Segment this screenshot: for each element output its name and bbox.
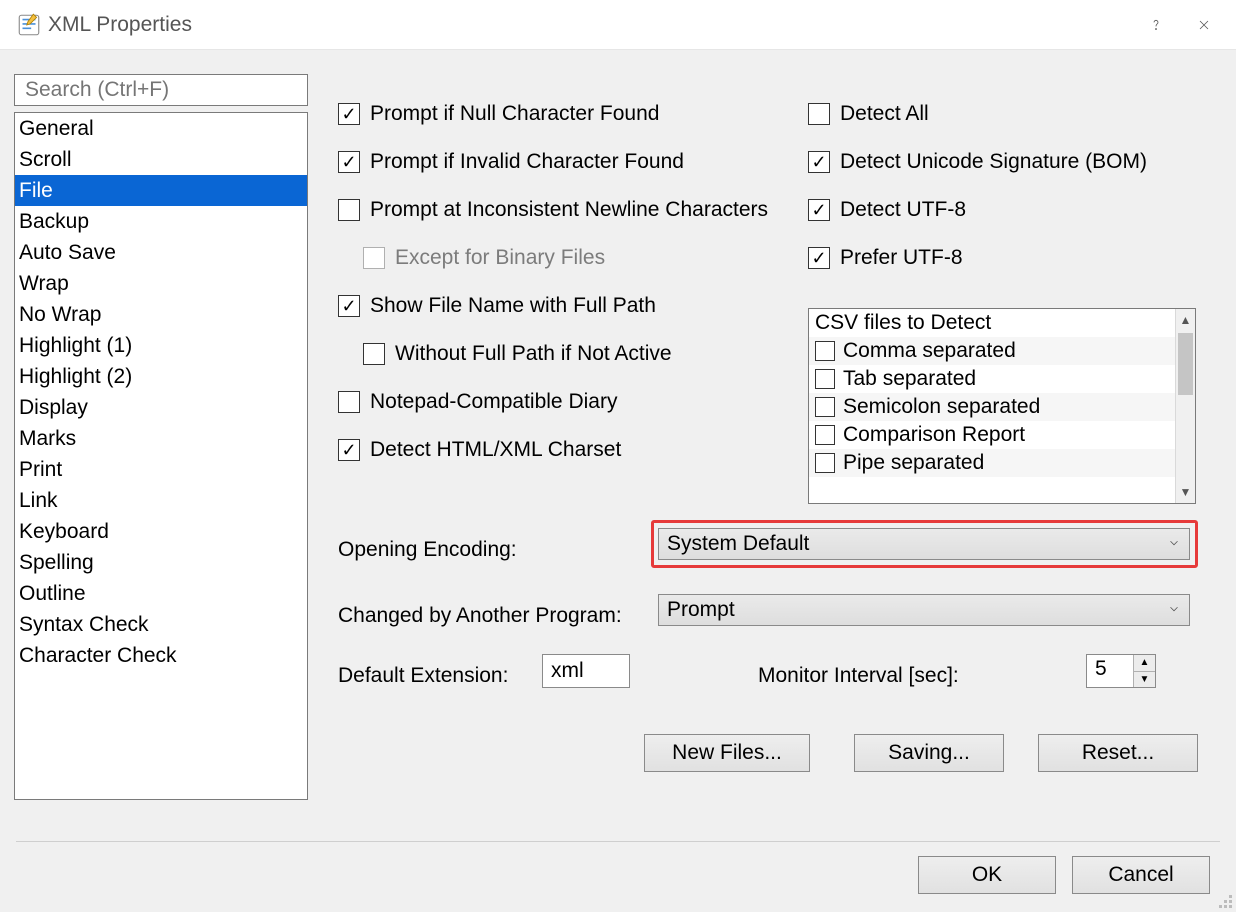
category-item[interactable]: Character Check <box>15 640 307 671</box>
check-except-binary: Except for Binary Files <box>338 246 788 270</box>
category-item[interactable]: No Wrap <box>15 299 307 330</box>
csv-detect-list[interactable]: CSV files to Detect Comma separatedTab s… <box>808 308 1196 504</box>
check-show-full-path[interactable]: Show File Name with Full Path <box>338 294 788 318</box>
cancel-button[interactable]: Cancel <box>1072 856 1210 894</box>
reset-button[interactable]: Reset... <box>1038 734 1198 772</box>
resize-grip[interactable] <box>1218 894 1234 910</box>
window-title: XML Properties <box>48 13 1132 37</box>
separator <box>16 841 1220 842</box>
check-detect-utf8[interactable]: Detect UTF-8 <box>808 198 1198 222</box>
csv-option[interactable]: Comparison Report <box>809 421 1175 449</box>
content-pane: Prompt if Null Character Found Prompt if… <box>338 102 1216 792</box>
close-button[interactable] <box>1180 5 1228 45</box>
chevron-down-icon <box>1167 532 1181 556</box>
check-detect-bom[interactable]: Detect Unicode Signature (BOM) <box>808 150 1198 174</box>
csv-option[interactable]: Semicolon separated <box>809 393 1175 421</box>
category-item[interactable]: Print <box>15 454 307 485</box>
check-prompt-null[interactable]: Prompt if Null Character Found <box>338 102 788 126</box>
check-detect-all[interactable]: Detect All <box>808 102 1198 126</box>
category-item[interactable]: Keyboard <box>15 516 307 547</box>
scroll-thumb[interactable] <box>1178 333 1193 395</box>
opening-encoding-combo[interactable]: System Default <box>658 528 1190 560</box>
category-item[interactable]: General <box>15 113 307 144</box>
scroll-down-icon[interactable]: ▼ <box>1176 481 1195 503</box>
category-item[interactable]: Outline <box>15 578 307 609</box>
changed-by-combo[interactable]: Prompt <box>658 594 1190 626</box>
category-item[interactable]: Auto Save <box>15 237 307 268</box>
ok-button[interactable]: OK <box>918 856 1056 894</box>
changed-by-label: Changed by Another Program: <box>338 604 622 628</box>
checks-left-column: Prompt if Null Character Found Prompt if… <box>338 102 788 486</box>
category-item[interactable]: Marks <box>15 423 307 454</box>
category-item[interactable]: Wrap <box>15 268 307 299</box>
chevron-down-icon <box>1167 598 1181 622</box>
category-item[interactable]: Highlight (2) <box>15 361 307 392</box>
app-icon <box>16 12 42 38</box>
scroll-up-icon[interactable]: ▲ <box>1176 309 1195 331</box>
check-notepad-diary[interactable]: Notepad-Compatible Diary <box>338 390 788 414</box>
category-item[interactable]: File <box>15 175 307 206</box>
spinner-up-icon[interactable]: ▲ <box>1134 655 1155 672</box>
spinner-down-icon[interactable]: ▼ <box>1134 672 1155 688</box>
checks-right-column: Detect All Detect Unicode Signature (BOM… <box>808 102 1198 294</box>
check-without-full-path[interactable]: Without Full Path if Not Active <box>338 342 788 366</box>
check-prompt-invalid[interactable]: Prompt if Invalid Character Found <box>338 150 788 174</box>
search-input[interactable] <box>14 74 308 106</box>
category-item[interactable]: Scroll <box>15 144 307 175</box>
default-extension-input[interactable] <box>542 654 630 688</box>
check-prefer-utf8[interactable]: Prefer UTF-8 <box>808 246 1198 270</box>
category-item[interactable]: Highlight (1) <box>15 330 307 361</box>
category-list[interactable]: GeneralScrollFileBackupAuto SaveWrapNo W… <box>14 112 308 800</box>
category-item[interactable]: Spelling <box>15 547 307 578</box>
default-extension-label: Default Extension: <box>338 664 508 688</box>
csv-option[interactable]: Comma separated <box>809 337 1175 365</box>
check-prompt-newline[interactable]: Prompt at Inconsistent Newline Character… <box>338 198 788 222</box>
help-button[interactable] <box>1132 5 1180 45</box>
category-item[interactable]: Syntax Check <box>15 609 307 640</box>
new-files-button[interactable]: New Files... <box>644 734 810 772</box>
monitor-interval-label: Monitor Interval [sec]: <box>758 664 959 688</box>
saving-button[interactable]: Saving... <box>854 734 1004 772</box>
check-detect-html[interactable]: Detect HTML/XML Charset <box>338 438 788 462</box>
category-item[interactable]: Backup <box>15 206 307 237</box>
csv-heading: CSV files to Detect <box>809 309 1175 337</box>
category-item[interactable]: Display <box>15 392 307 423</box>
monitor-interval-spinner[interactable]: 5 ▲▼ <box>1086 654 1156 688</box>
csv-option[interactable]: Tab separated <box>809 365 1175 393</box>
titlebar: XML Properties <box>0 0 1236 50</box>
sidebar: GeneralScrollFileBackupAuto SaveWrapNo W… <box>14 74 308 800</box>
opening-encoding-label: Opening Encoding: <box>338 538 517 562</box>
csv-option[interactable]: Pipe separated <box>809 449 1175 477</box>
category-item[interactable]: Link <box>15 485 307 516</box>
scrollbar[interactable]: ▲ ▼ <box>1175 309 1195 503</box>
